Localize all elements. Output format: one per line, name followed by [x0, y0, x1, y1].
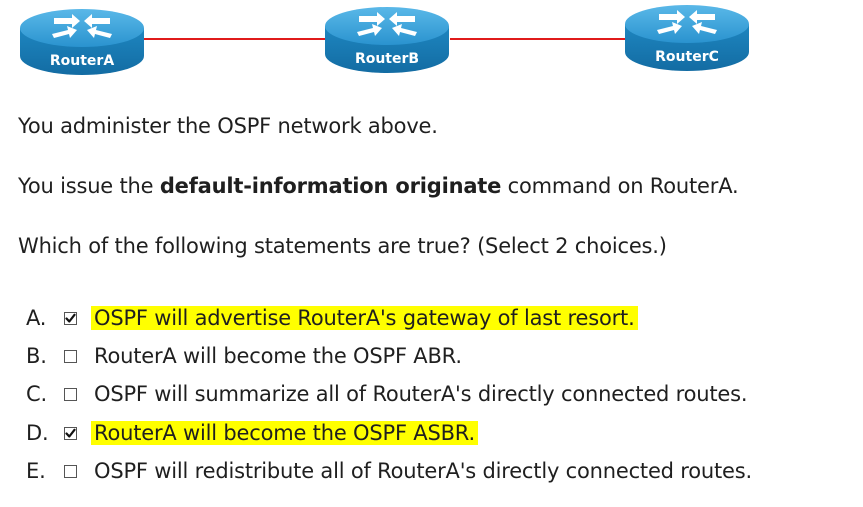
router-c: RouterC	[625, 5, 749, 71]
router-a: RouterA	[20, 9, 144, 75]
choice-b-text: RouterA will become the OSPF ABR.	[94, 344, 462, 368]
choice-a-text: OSPF will advertise RouterA's gateway of…	[91, 306, 638, 330]
question-command-pre: You issue the	[18, 174, 160, 198]
choice-d-checkbox[interactable]	[64, 426, 77, 440]
choice-d[interactable]: D. RouterA will become the OSPF ASBR.	[26, 418, 478, 448]
choice-d-text: RouterA will become the OSPF ASBR.	[91, 421, 478, 445]
choice-c-checkbox[interactable]	[64, 387, 77, 401]
command-text: default-information originate	[159, 174, 502, 198]
choice-a[interactable]: A. OSPF will advertise RouterA's gateway…	[26, 303, 638, 333]
choice-letter: E.	[26, 459, 46, 483]
router-b-label: RouterB	[355, 51, 419, 67]
choice-letter: A.	[26, 306, 47, 330]
choice-c[interactable]: C. OSPF will summarize all of RouterA's …	[26, 379, 750, 409]
choice-a-checkbox[interactable]	[64, 311, 77, 325]
router-c-label: RouterC	[655, 49, 719, 65]
choice-c-text: OSPF will summarize all of RouterA's dir…	[94, 382, 748, 406]
choice-letter: C.	[26, 382, 47, 406]
question-command-post: command on RouterA.	[501, 174, 739, 198]
network-topology-diagram: RouterA RouterB RouterC	[20, 5, 749, 75]
router-b: RouterB	[325, 7, 449, 73]
choice-e-checkbox[interactable]	[64, 464, 77, 478]
question-prompt: Which of the following statements are tr…	[18, 234, 667, 258]
router-a-label: RouterA	[50, 53, 114, 69]
choice-b-checkbox[interactable]	[64, 349, 77, 363]
question-command: You issue the default-information origin…	[18, 174, 739, 198]
choice-b[interactable]: B. RouterA will become the OSPF ABR.	[26, 341, 465, 371]
choice-e[interactable]: E. OSPF will redistribute all of RouterA…	[26, 456, 755, 486]
choice-e-text: OSPF will redistribute all of RouterA's …	[94, 459, 752, 483]
checkmark-icon	[65, 313, 76, 323]
choice-letter: B.	[26, 344, 47, 368]
question-intro: You administer the OSPF network above.	[18, 114, 438, 138]
choice-letter: D.	[26, 421, 49, 445]
checkmark-icon	[65, 428, 76, 438]
